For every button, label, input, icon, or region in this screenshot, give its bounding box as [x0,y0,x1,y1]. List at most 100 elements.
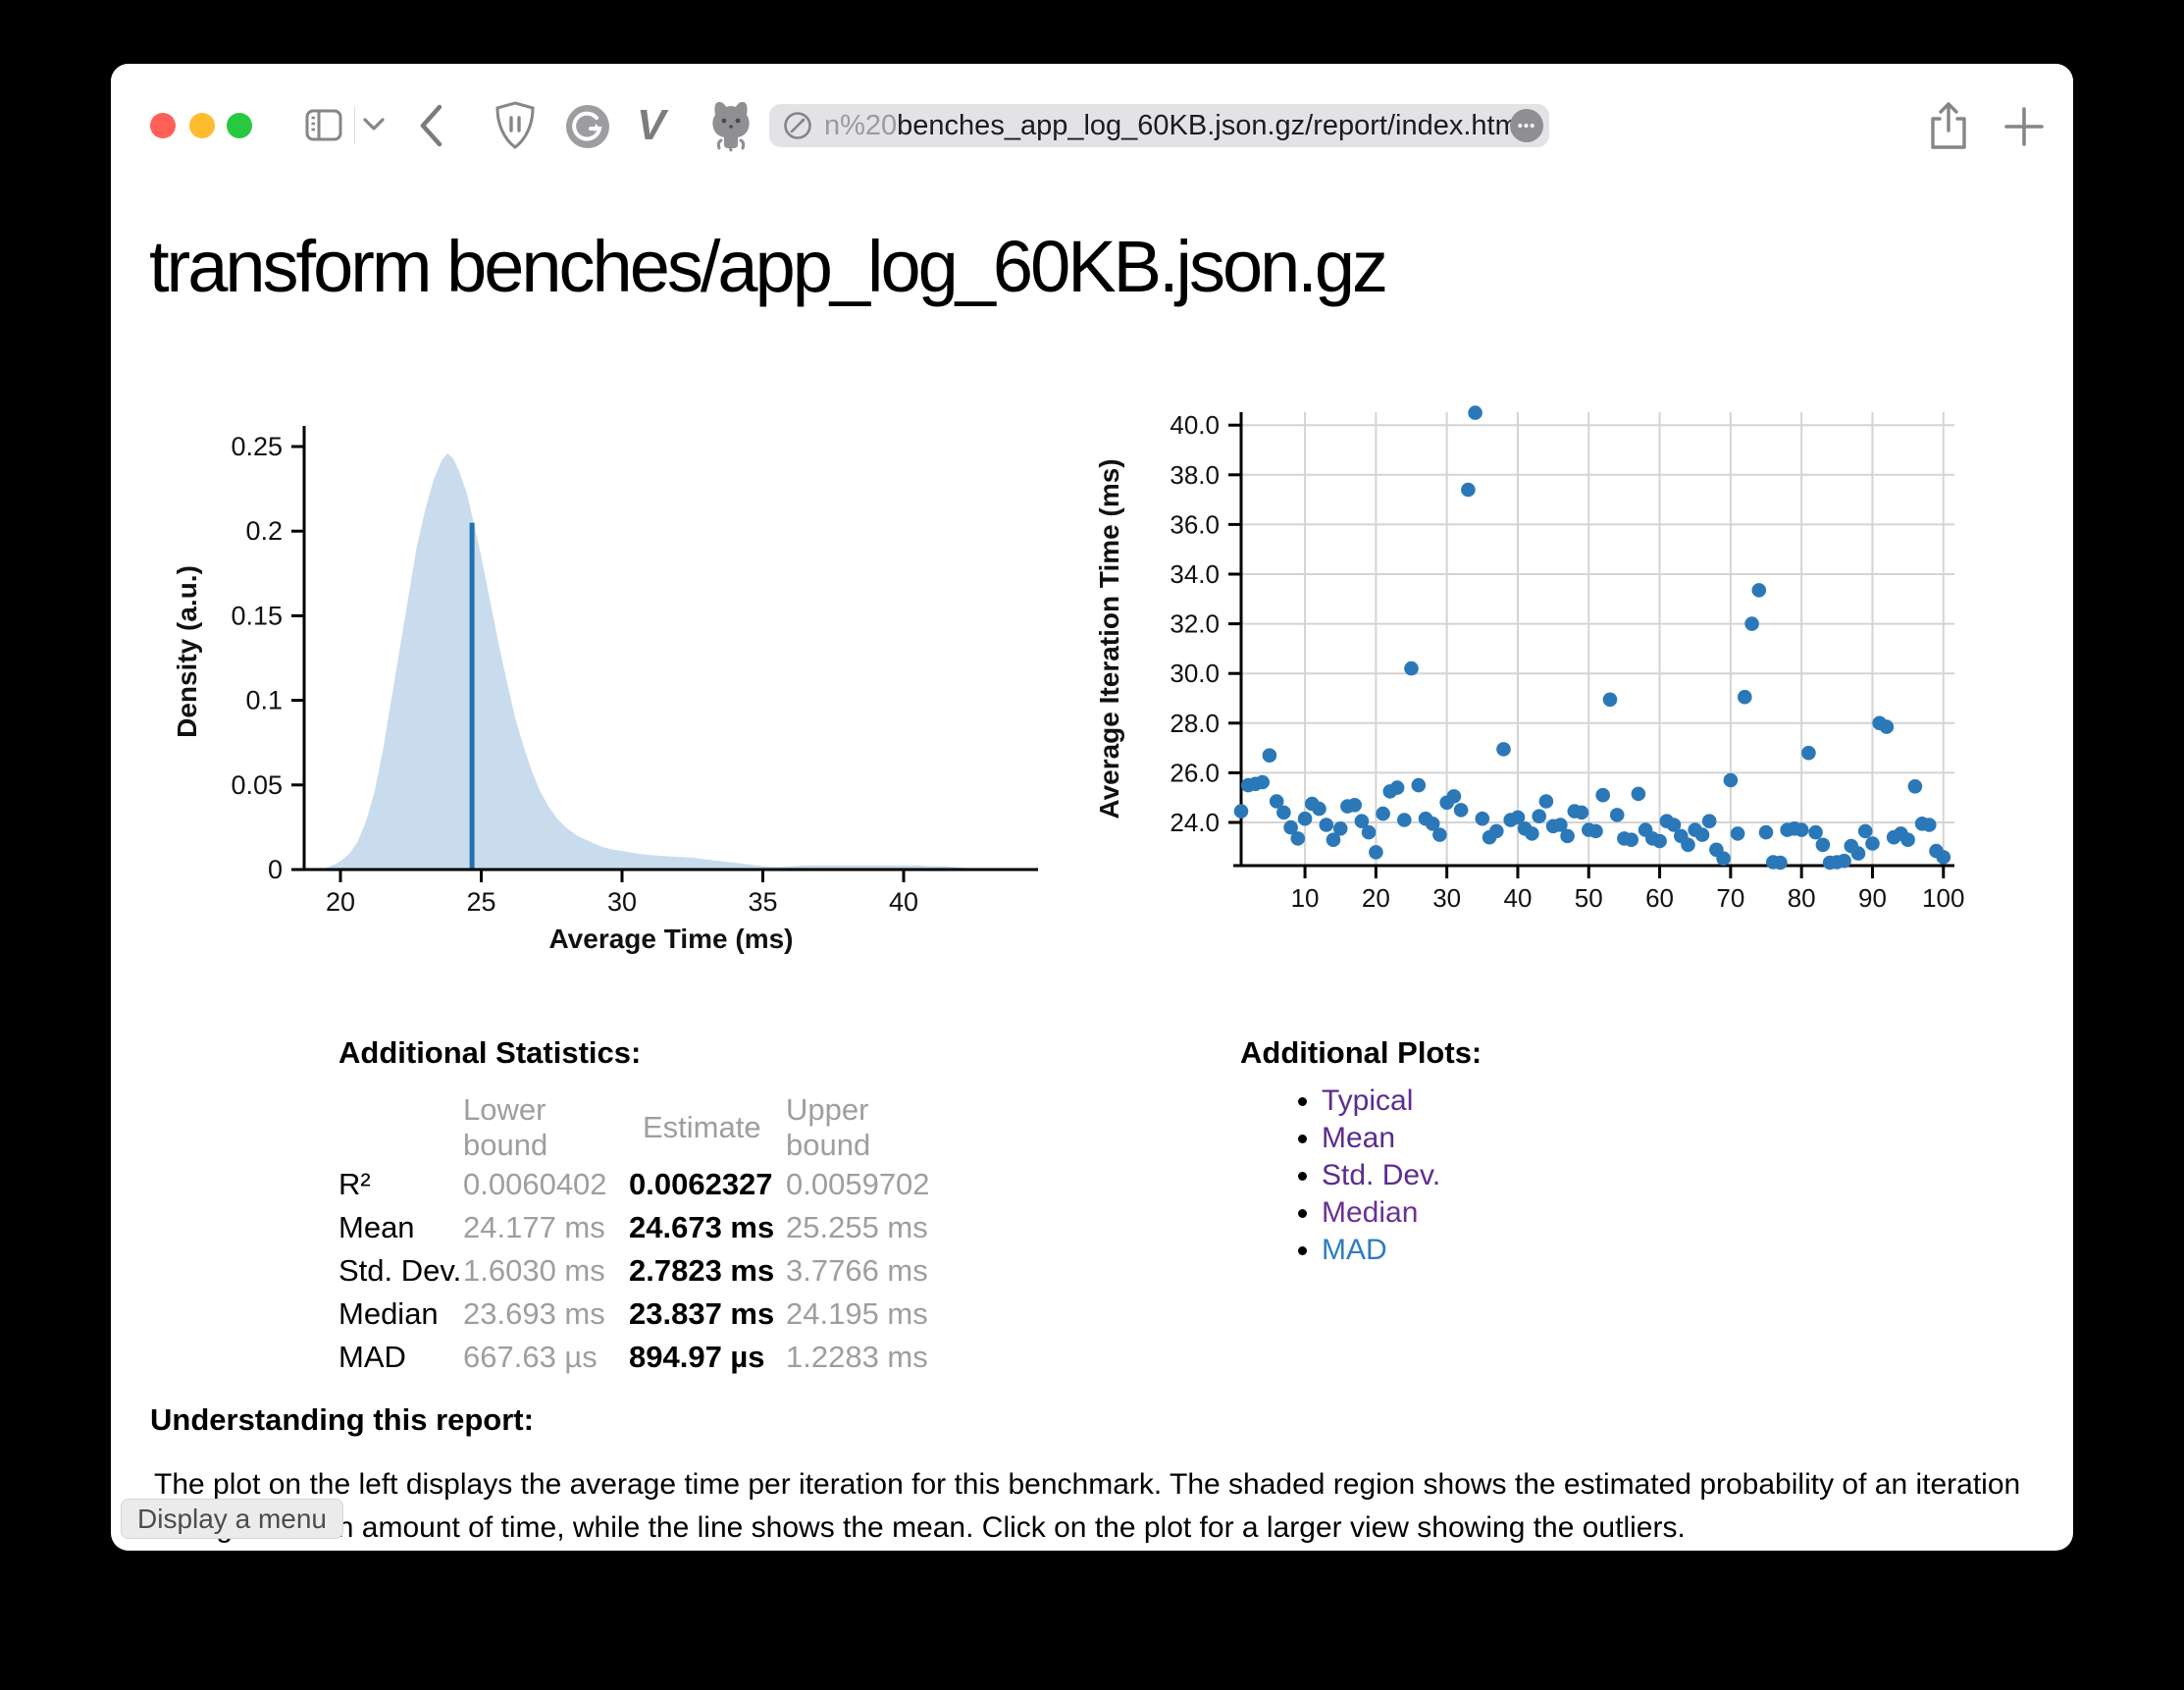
scatter-point [1744,616,1759,631]
close-window-button[interactable] [150,113,176,138]
scatter-point [1724,773,1739,788]
y-tick-label: 40.0 [1170,410,1220,440]
y-tick-label: 26.0 [1170,758,1220,787]
scatter-point [1532,809,1546,823]
x-tick-label: 70 [1716,883,1744,913]
plot-link-std-dev[interactable]: Std. Dev. [1322,1159,1440,1191]
scatter-point [1880,719,1895,734]
stats-cell-estimate: 2.7823 ms [629,1249,786,1293]
stats-cell-lower: 667.63 µs [463,1336,629,1379]
plot-link-mean[interactable]: Mean [1322,1122,1395,1154]
understanding-heading: Understanding this report: [150,1402,534,1438]
y-axis-label: Density (a.u.) [172,565,202,738]
x-tick-label: 40 [1504,883,1533,913]
v-extension-icon[interactable]: V [637,101,663,150]
stats-row: R²0.00604020.00623270.0059702 [338,1163,958,1206]
back-button-icon[interactable] [417,103,444,148]
stats-cell-upper: 0.0059702 [786,1163,958,1206]
stats-row-label: MAD [338,1336,463,1379]
scatter-point [1702,814,1717,828]
stats-header-cell: Upper bound [786,1092,958,1163]
x-tick-label: 10 [1291,883,1320,913]
scatter-point [1291,831,1306,846]
plot-link-typical[interactable]: Typical [1322,1084,1413,1117]
x-tick-label: 30 [607,887,637,917]
x-tick-label: 25 [466,887,495,917]
stats-cell-upper: 25.255 ms [786,1206,958,1249]
zoom-window-button[interactable] [227,113,252,138]
additional-statistics-heading: Additional Statistics: [338,1035,641,1071]
scatter-point [1404,661,1419,676]
stats-cell-lower: 1.6030 ms [463,1249,629,1293]
y-tick-label: 0.15 [231,601,283,630]
stats-cell-estimate: 894.97 µs [629,1336,786,1379]
stats-cell-upper: 24.195 ms [786,1293,958,1336]
y-tick-label: 0.05 [231,770,283,800]
new-tab-plus-icon[interactable] [2002,105,2046,148]
scatter-point [1588,824,1603,839]
y-tick-label: 0 [268,855,283,884]
scatter-point [1454,803,1469,818]
status-bar-tooltip: Display a menu [121,1499,343,1539]
stats-cell-lower: 0.0060402 [463,1163,629,1206]
x-tick-label: 30 [1432,883,1461,913]
scatter-point [1865,836,1880,851]
more-options-button[interactable]: ••• [1510,109,1543,142]
scatter-point [1937,850,1951,865]
scatter-point [1652,834,1667,849]
stats-header-cell: Lower bound [463,1092,629,1163]
scatter-point [1376,807,1390,821]
address-bar[interactable]: n%20benches_app_log_60KB.json.gz/report/… [769,104,1549,147]
stats-row-label: Median [338,1293,463,1336]
privacy-shield-icon[interactable] [495,101,535,150]
plot-link-median[interactable]: Median [1322,1196,1418,1229]
stats-row: Std. Dev.1.6030 ms2.7823 ms3.7766 ms [338,1249,958,1293]
scatter-point [1412,778,1427,793]
scatter-point [1801,746,1816,761]
y-axis-label: Average Iteration Time (ms) [1099,458,1124,819]
page-title: transform benches/app_log_60KB.json.gz [149,225,1385,308]
toolbar-divider [354,107,355,144]
url-text: n%20benches_app_log_60KB.json.gz/report/… [824,110,1525,142]
plot-list-item: Median [1322,1196,1440,1230]
scatter-point [1759,825,1774,840]
scatter-point [1610,808,1625,822]
share-icon[interactable] [1928,101,1969,152]
iteration-times-scatter-plot[interactable]: 10203040506070809010024.026.028.030.032.… [1099,381,2002,979]
y-tick-label: 38.0 [1170,460,1220,490]
scatter-point [1624,832,1638,847]
scatter-point [1362,825,1377,840]
scatter-point [1461,483,1476,498]
stats-table-body: R²0.00604020.00623270.0059702Mean24.177 … [338,1163,958,1379]
plot-list-item: Mean [1322,1122,1440,1155]
stats-table: Lower boundEstimateUpper bound R²0.00604… [338,1092,958,1379]
additional-plots-list: Typical Mean Std. Dev. Median MAD [1284,1084,1440,1271]
scatter-point [1603,693,1618,708]
scatter-point [1695,827,1710,842]
scatter-point [1681,838,1695,853]
x-axis-label: Average Time (ms) [549,924,794,954]
x-tick-label: 50 [1575,883,1603,913]
chevron-down-icon[interactable] [362,117,386,132]
sidebar-toggle-icon[interactable] [304,107,345,144]
scatter-point [1539,794,1554,809]
scatter-point [1595,788,1610,803]
plot-link-mad[interactable]: MAD [1322,1234,1387,1266]
y-tick-label: 34.0 [1170,559,1220,589]
cat-extension-icon[interactable] [705,99,756,152]
scatter-point [1397,813,1412,827]
x-tick-label: 90 [1858,883,1887,913]
grammar-extension-icon[interactable] [564,103,611,150]
url-prefix: n%20 [824,110,897,141]
stats-row: MAD667.63 µs894.97 µs1.2283 ms [338,1336,958,1379]
density-plot[interactable]: 202530354000.050.10.150.20.25Average Tim… [167,389,1050,977]
scatter-point [1858,824,1873,839]
scatter-point [1525,826,1539,841]
minimize-window-button[interactable] [189,113,215,138]
url-path: benches_app_log_60KB.json.gz/report/inde… [897,110,1525,141]
scatter-point [1432,827,1447,842]
browser-toolbar: V n%20benches_app_log_60KB.json.gz/repor… [111,64,2073,162]
stats-row: Mean24.177 ms24.673 ms25.255 ms [338,1206,958,1249]
x-tick-label: 60 [1645,883,1674,913]
y-tick-label: 0.1 [245,686,283,715]
